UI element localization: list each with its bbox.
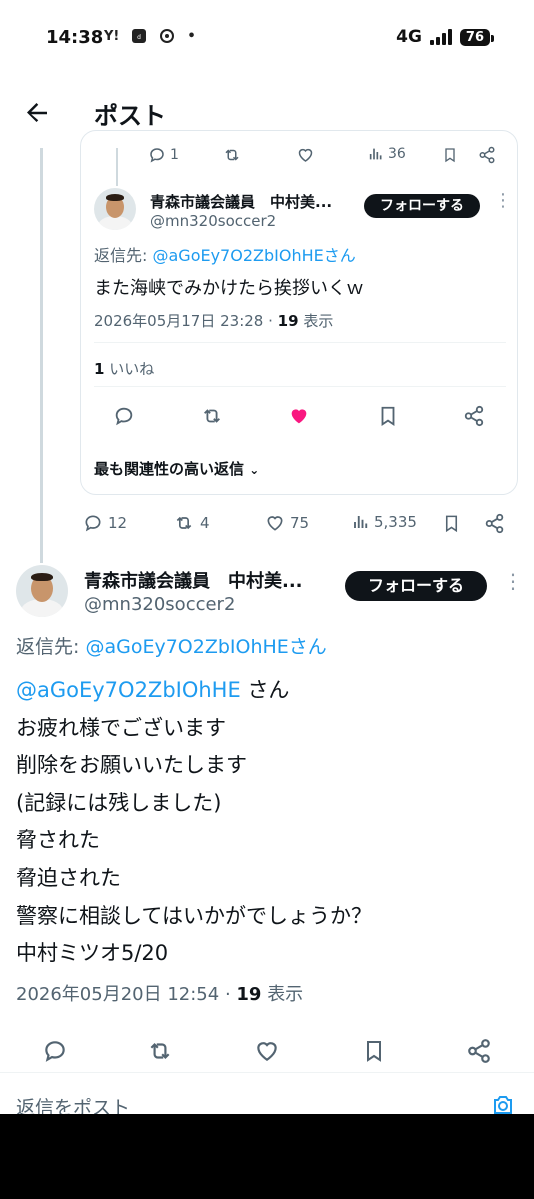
post-line: 脅された bbox=[16, 828, 100, 853]
outer-views-button[interactable]: 5,335 bbox=[352, 513, 417, 531]
reply-icon[interactable] bbox=[112, 405, 136, 427]
heart-icon bbox=[298, 148, 313, 162]
reply-icon[interactable] bbox=[42, 1038, 68, 1064]
heart-icon[interactable] bbox=[254, 1038, 280, 1064]
battery-icon: 76 bbox=[459, 28, 495, 46]
main-meta: 2026年05月20日 12:54 · 19 表示 bbox=[16, 984, 304, 1005]
retweet-icon bbox=[225, 149, 239, 161]
post-line: 警察に相談してはいかがでしょうか？ bbox=[16, 903, 372, 928]
chevron-down-icon: ⌄ bbox=[249, 463, 260, 477]
svg-text:d: d bbox=[137, 34, 141, 41]
yahoo-icon: Y! bbox=[104, 28, 120, 44]
likes-label: いいね bbox=[109, 360, 155, 378]
bookmark-icon[interactable] bbox=[362, 1038, 386, 1064]
page-title: ポスト bbox=[94, 102, 166, 130]
share-icon[interactable] bbox=[463, 405, 485, 427]
post-line: 中村ミツオ5/20 bbox=[16, 941, 169, 966]
retweet-icon[interactable] bbox=[146, 1038, 174, 1064]
inner-top-reply-button[interactable]: 1 bbox=[148, 146, 179, 164]
inner-likes-summary[interactable]: 1 いいね bbox=[94, 358, 154, 379]
main-author-name[interactable]: 青森市議会議員 中村美... bbox=[84, 567, 332, 593]
views-icon bbox=[354, 516, 368, 528]
reply-icon bbox=[150, 148, 164, 163]
post-line-text: さん bbox=[247, 678, 290, 702]
post-line: 脅迫された bbox=[16, 865, 121, 890]
signal-icon bbox=[429, 29, 452, 45]
inner-author-handle[interactable]: @mn320soccer2 bbox=[150, 212, 276, 230]
inner-timestamp[interactable]: 2026年05月17日 23:28 bbox=[94, 312, 263, 330]
reply-icon bbox=[85, 515, 101, 532]
navigation-bar-area bbox=[0, 1114, 534, 1199]
inner-top-retweet-button[interactable] bbox=[222, 146, 242, 164]
main-reply-to: 返信先: @aGoEy7O2ZbIOhHEさん bbox=[16, 632, 327, 659]
inner-top-views-button[interactable]: 36 bbox=[368, 146, 406, 162]
likes-count: 75 bbox=[290, 514, 310, 532]
main-more-icon[interactable]: ⋮ bbox=[503, 571, 523, 591]
views-icon bbox=[369, 148, 382, 160]
main-author-handle[interactable]: @mn320soccer2 bbox=[84, 594, 235, 615]
main-view-count: 19 bbox=[236, 984, 262, 1005]
bookmark-icon[interactable] bbox=[377, 405, 399, 427]
main-avatar[interactable] bbox=[16, 565, 68, 617]
network-type: 4G bbox=[396, 27, 422, 47]
views-count: 36 bbox=[388, 146, 406, 162]
reply-prefix: 返信先: bbox=[94, 246, 153, 265]
main-follow-button[interactable]: フォローする bbox=[345, 571, 487, 601]
sort-replies-dropdown[interactable]: 最も関連性の高い返信 ⌄ bbox=[94, 458, 259, 479]
bookmark-icon[interactable] bbox=[442, 146, 458, 164]
reply-target-link[interactable]: @aGoEy7O2ZbIOhHEさん bbox=[85, 636, 326, 658]
divider bbox=[94, 342, 506, 343]
mention-link[interactable]: @aGoEy7O2ZbIOhHE bbox=[16, 678, 241, 702]
reply-prefix: 返信先: bbox=[16, 636, 86, 658]
share-icon[interactable] bbox=[484, 513, 505, 534]
post-line: 削除をお願いいたします bbox=[16, 753, 247, 778]
heart-icon bbox=[267, 516, 283, 531]
inner-reply-to: 返信先: @aGoEy7O2ZbIOhHEさん bbox=[94, 242, 356, 266]
back-arrow-icon[interactable] bbox=[22, 98, 52, 128]
thread-connector-line bbox=[40, 148, 43, 563]
share-icon[interactable] bbox=[478, 146, 496, 164]
retweet-icon bbox=[176, 516, 192, 530]
status-bar: 14:38 Y! d • 4G 76 bbox=[0, 0, 534, 78]
retweet-icon[interactable] bbox=[200, 405, 224, 427]
liked-heart-icon[interactable] bbox=[287, 405, 311, 427]
main-timestamp[interactable]: 2026年05月20日 12:54 bbox=[16, 984, 219, 1005]
inner-meta: 2026年05月17日 23:28 · 19 表示 bbox=[94, 312, 334, 330]
views-count: 5,335 bbox=[374, 513, 417, 531]
post-line: (記録には残しました) bbox=[16, 790, 222, 815]
threads-icon bbox=[160, 29, 175, 43]
main-view-label: 表示 bbox=[267, 984, 304, 1005]
divider bbox=[94, 386, 506, 387]
reply-target-link[interactable]: @aGoEy7O2ZbIOhHEさん bbox=[152, 246, 355, 265]
system-indicators: 4G 76 bbox=[396, 27, 495, 47]
inner-author-name[interactable]: 青森市議会議員 中村美... bbox=[150, 191, 355, 212]
likes-count: 1 bbox=[94, 360, 105, 378]
replies-count: 12 bbox=[108, 514, 128, 532]
post-line: @aGoEy7O2ZbIOhHE さん bbox=[16, 672, 372, 710]
inner-thread-line bbox=[116, 148, 118, 186]
inner-more-icon[interactable]: ⋮ bbox=[494, 192, 512, 210]
inner-follow-button[interactable]: フォローする bbox=[364, 194, 480, 218]
inner-top-like-button[interactable] bbox=[296, 146, 315, 164]
inner-view-count: 19 bbox=[277, 312, 299, 330]
sort-label: 最も関連性の高い返信 bbox=[94, 460, 245, 478]
status-time: 14:38 bbox=[46, 27, 104, 48]
inner-view-label: 表示 bbox=[303, 312, 334, 330]
inner-avatar[interactable] bbox=[94, 188, 136, 230]
notification-icons: Y! d • bbox=[104, 28, 196, 44]
bookmark-icon[interactable] bbox=[442, 513, 461, 534]
outer-reply-button[interactable]: 12 bbox=[82, 513, 127, 533]
inner-reply-text: また海峡でみかけたら挨拶いくｗ bbox=[94, 278, 364, 299]
share-icon[interactable] bbox=[466, 1038, 492, 1064]
outer-like-button[interactable]: 75 bbox=[264, 513, 309, 533]
dcard-icon: d bbox=[132, 29, 147, 43]
dot-icon: • bbox=[187, 28, 196, 44]
post-line: お疲れ様でございます bbox=[16, 715, 226, 740]
reply-count: 1 bbox=[170, 147, 179, 163]
outer-retweet-button[interactable]: 4 bbox=[172, 513, 210, 533]
retweets-count: 4 bbox=[200, 514, 210, 532]
main-post-text: @aGoEy7O2ZbIOhHE さん お疲れ様でございます 削除をお願いいたし… bbox=[16, 672, 372, 973]
